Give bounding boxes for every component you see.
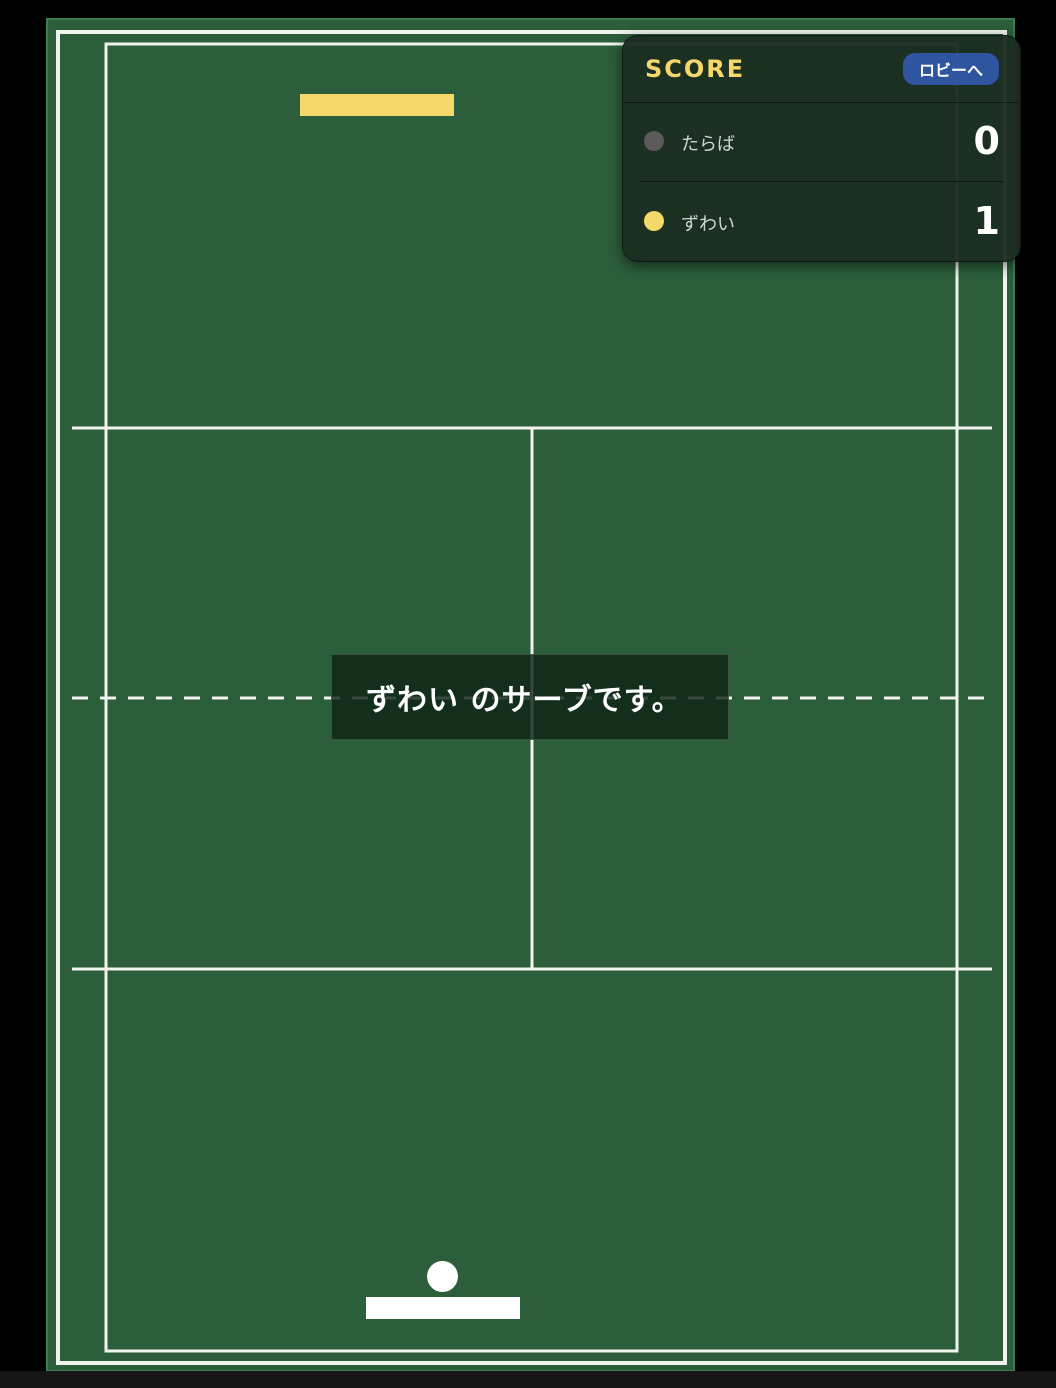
- scoreboard-header: SCORE ロビーへ: [623, 36, 1020, 103]
- ball: [427, 1261, 458, 1292]
- player-name: たらば: [681, 134, 735, 155]
- bottom-bar: [0, 1371, 1056, 1388]
- player-paddle[interactable]: [366, 1297, 520, 1319]
- player-row: ずわい 1: [623, 182, 1020, 261]
- player-color-dot: [644, 211, 664, 231]
- game-screen: ずわい のサーブです。 SCORE ロビーへ たらば 0 ずわい 1: [0, 0, 1056, 1388]
- back-to-lobby-button[interactable]: ロビーへ: [903, 53, 999, 85]
- player-color-dot: [644, 131, 664, 151]
- opponent-paddle: [300, 94, 454, 116]
- player-row: たらば 0: [623, 102, 1020, 182]
- serve-message-text: ずわい のサーブです。: [366, 683, 683, 718]
- scoreboard-panel: SCORE ロビーへ たらば 0 ずわい 1: [622, 35, 1021, 262]
- player-score: 0: [973, 119, 1000, 163]
- scoreboard-title: SCORE: [645, 55, 746, 83]
- serve-message-banner: ずわい のサーブです。: [331, 654, 729, 740]
- player-name: ずわい: [681, 214, 735, 235]
- player-score: 1: [973, 199, 1000, 243]
